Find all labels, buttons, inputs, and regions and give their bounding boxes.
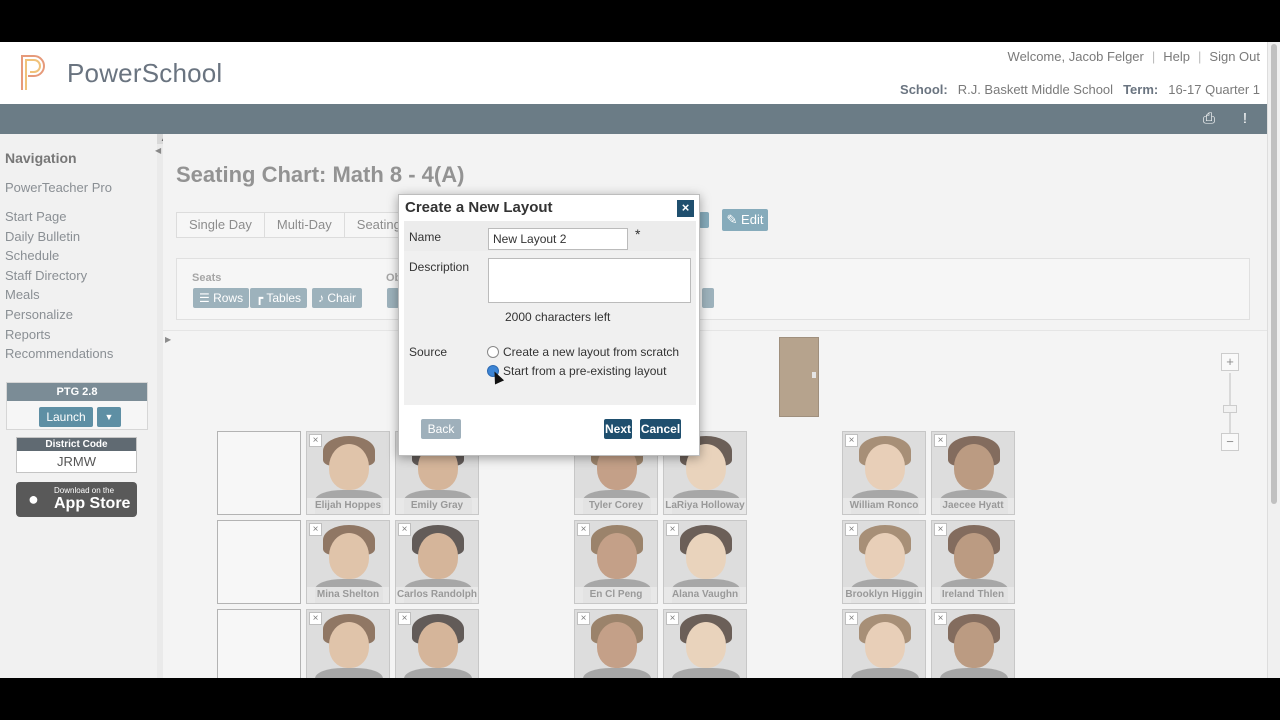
source-label: Source xyxy=(409,345,448,359)
option-existing-label[interactable]: Start from a pre-existing layout xyxy=(503,364,666,378)
term-value: 16-17 Quarter 1 xyxy=(1168,82,1260,97)
create-layout-dialog: Create a New Layout × Name * Description… xyxy=(398,194,700,456)
powerschool-logo-icon xyxy=(21,55,45,90)
appstore-big-text: App Store xyxy=(54,495,131,512)
nav-item-staff-directory[interactable]: Staff Directory xyxy=(5,268,113,288)
school-name: R.J. Baskett Middle School xyxy=(957,82,1114,97)
next-button[interactable]: Next xyxy=(604,419,632,439)
term-label: Term: xyxy=(1123,82,1159,97)
dialog-title: Create a New Layout xyxy=(405,199,553,216)
modal-overlay xyxy=(163,134,1267,678)
cancel-button[interactable]: Cancel xyxy=(640,419,681,439)
nav-list: Start Page Daily Bulletin Schedule Staff… xyxy=(5,209,113,366)
nav-item-schedule[interactable]: Schedule xyxy=(5,248,113,268)
radio-scratch[interactable] xyxy=(487,346,499,358)
navigation-sidebar: Navigation PowerTeacher Pro Start Page D… xyxy=(0,134,157,678)
chars-left-text: 2000 characters left xyxy=(505,310,611,324)
powerteacher-pro-link[interactable]: PowerTeacher Pro xyxy=(5,180,112,195)
separator: | xyxy=(1198,49,1202,64)
school-info: School: R.J. Baskett Middle School Term:… xyxy=(900,82,1260,97)
chevron-down-icon[interactable]: ▼ xyxy=(97,407,121,427)
app-screen: PowerSchool Welcome, Jacob Felger | Help… xyxy=(0,42,1280,678)
name-input[interactable] xyxy=(488,228,628,250)
nav-item-personalize[interactable]: Personalize xyxy=(5,307,113,327)
header: PowerSchool Welcome, Jacob Felger | Help… xyxy=(0,42,1280,104)
back-button[interactable]: Back xyxy=(421,419,461,439)
district-code-label: District Code xyxy=(17,438,136,451)
district-code-value: JRMW xyxy=(57,454,96,469)
brand-name: PowerSchool xyxy=(67,58,223,88)
description-textarea[interactable] xyxy=(488,258,691,303)
required-marker: * xyxy=(635,226,641,242)
top-nav: Welcome, Jacob Felger | Help | Sign Out xyxy=(1008,49,1260,64)
separator: | xyxy=(1151,49,1156,64)
mouse-cursor-icon xyxy=(489,369,505,385)
nav-item-recommendations[interactable]: Recommendations xyxy=(5,346,113,366)
navigation-title: Navigation xyxy=(5,150,77,166)
nav-item-reports[interactable]: Reports xyxy=(5,327,113,347)
app-store-badge[interactable]: ● Download on the App Store xyxy=(16,482,137,517)
close-icon[interactable]: × xyxy=(677,200,694,217)
printer-icon[interactable]: ⎙ xyxy=(1200,110,1218,128)
appstore-small-text: Download on the xyxy=(54,486,115,495)
collapse-left-icon[interactable]: ◀ xyxy=(155,146,161,155)
dialog-body: Name * Description 2000 characters left … xyxy=(404,221,696,405)
name-label: Name xyxy=(409,230,442,244)
option-scratch-label[interactable]: Create a new layout from scratch xyxy=(503,345,679,359)
welcome-text: Welcome, Jacob Felger xyxy=(1007,49,1144,64)
nav-item-daily-bulletin[interactable]: Daily Bulletin xyxy=(5,229,113,249)
description-label: Description xyxy=(409,260,470,274)
scrollbar-thumb[interactable] xyxy=(1271,44,1277,504)
page-scrollbar[interactable] xyxy=(1267,42,1280,678)
nav-item-start-page[interactable]: Start Page xyxy=(5,209,113,229)
nav-item-meals[interactable]: Meals xyxy=(5,287,113,307)
school-label: School: xyxy=(900,82,948,97)
ptg-title: PTG 2.8 xyxy=(7,383,147,401)
district-code-box: District Code JRMW xyxy=(16,437,137,473)
toolbar-bar: ⎙ ! xyxy=(0,104,1280,134)
help-link[interactable]: Help xyxy=(1163,49,1190,64)
alert-icon[interactable]: ! xyxy=(1236,110,1254,128)
sign-out-link[interactable]: Sign Out xyxy=(1209,49,1260,64)
ptg-widget: PTG 2.8 Launch ▼ xyxy=(6,382,148,430)
launch-button[interactable]: Launch xyxy=(39,407,93,427)
apple-icon: ● xyxy=(28,489,39,509)
